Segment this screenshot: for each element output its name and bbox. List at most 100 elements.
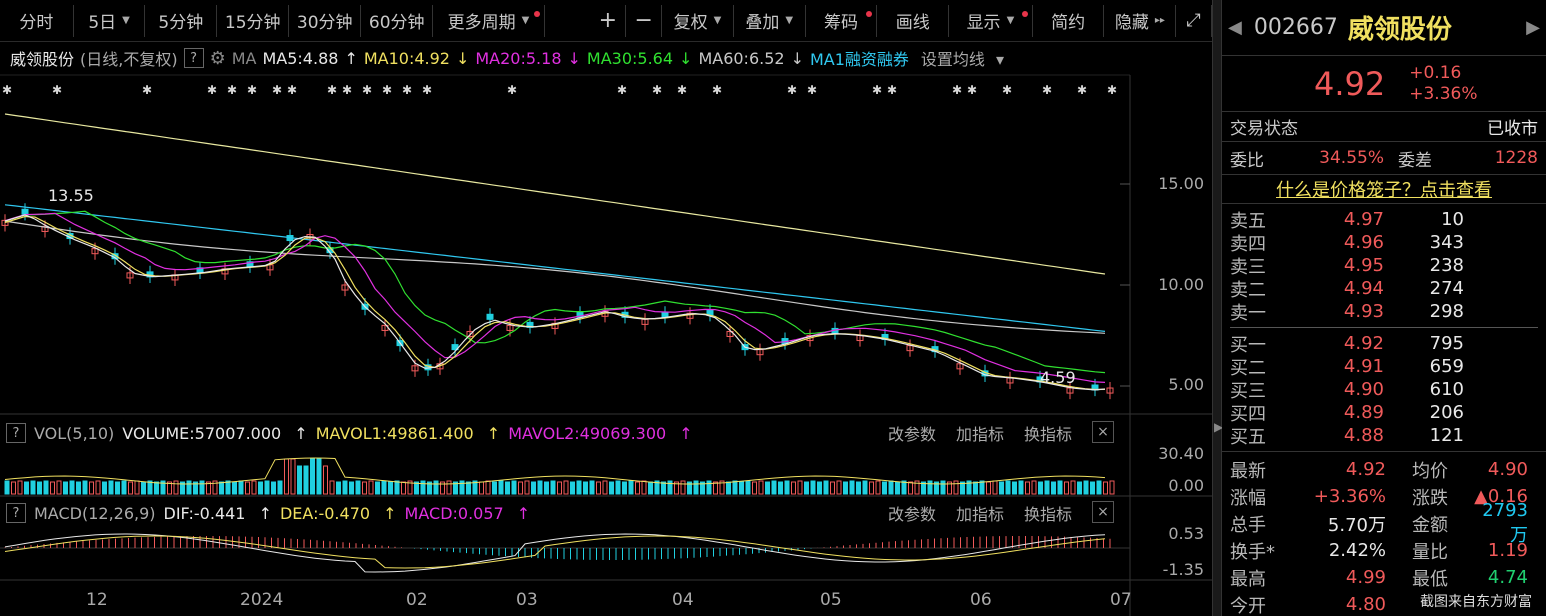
event-marker: ✱ bbox=[327, 83, 337, 97]
price-cage-link[interactable]: 什么是价格笼子？点击查看 bbox=[1222, 174, 1546, 204]
volume-bar bbox=[1018, 480, 1024, 495]
volume-bar bbox=[706, 480, 712, 495]
add-indicator-button[interactable]: 加指标 bbox=[956, 421, 1004, 445]
event-marker: ✱ bbox=[1042, 83, 1052, 97]
vol-name: VOL(5,10) bbox=[34, 423, 115, 443]
volume-bar bbox=[251, 480, 257, 495]
volume-bar bbox=[24, 481, 29, 495]
x-axis-label: 03 bbox=[516, 590, 538, 610]
volume-bar bbox=[303, 465, 309, 495]
bids-row[interactable]: 买五 4.88 121 bbox=[1230, 424, 1538, 448]
asks-row[interactable]: 卖四 4.96 343 bbox=[1230, 231, 1538, 255]
edit-params-button[interactable]: 改参数 bbox=[888, 501, 936, 525]
volume-bar bbox=[498, 480, 504, 495]
volume-bar bbox=[732, 480, 738, 495]
order-book-divider bbox=[1230, 327, 1538, 328]
volume-bar bbox=[50, 481, 55, 495]
volume-bar bbox=[342, 480, 348, 495]
close-icon[interactable]: × bbox=[1092, 501, 1114, 523]
event-marker: ✱ bbox=[652, 83, 662, 97]
volume-bar bbox=[680, 480, 686, 495]
volume-bar bbox=[349, 481, 354, 495]
volume-bar bbox=[134, 480, 140, 495]
stat-value: 4.80 bbox=[1345, 594, 1386, 615]
volume-bar bbox=[1038, 481, 1043, 495]
price-axis-label: 15.00 bbox=[1158, 174, 1204, 193]
weibi-label: 委比 bbox=[1230, 150, 1264, 171]
volume-bar bbox=[17, 480, 23, 495]
volume-bar bbox=[1090, 481, 1095, 495]
status-label: 交易状态 bbox=[1230, 119, 1298, 139]
macd-dif: DIF:-0.441 ↑ bbox=[163, 503, 272, 523]
asks-row[interactable]: 卖二 4.94 274 bbox=[1230, 277, 1538, 301]
volume-bar bbox=[979, 480, 985, 495]
prev-stock-icon[interactable]: ◀ bbox=[1228, 17, 1242, 38]
volume-bar bbox=[615, 480, 621, 495]
vol-mavol1-text: MAVOL1:49861.400 bbox=[315, 423, 474, 443]
ma20-line bbox=[4, 212, 1106, 383]
bids-volume: 206 bbox=[1429, 402, 1464, 423]
volume-bar bbox=[648, 481, 653, 495]
macd-dea: DEA:-0.470 ↑ bbox=[279, 503, 397, 523]
volume-bar bbox=[466, 481, 471, 495]
volume-bar bbox=[791, 481, 796, 495]
asks-price: 4.94 bbox=[1343, 278, 1384, 299]
edit-params-button[interactable]: 改参数 bbox=[888, 421, 936, 445]
ma30-line bbox=[4, 210, 1106, 374]
close-icon[interactable]: × bbox=[1092, 421, 1114, 443]
volume-bar bbox=[856, 481, 861, 495]
volume-bar bbox=[726, 481, 731, 495]
macd-dif-text: DIF:-0.441 bbox=[163, 503, 246, 523]
low-annotation: 4.59 bbox=[1040, 368, 1076, 387]
volume-bar bbox=[271, 481, 276, 495]
volume-bar bbox=[238, 480, 244, 495]
vol-volume-text: VOLUME:57007.000 bbox=[122, 423, 282, 443]
help-icon[interactable]: ? bbox=[6, 423, 26, 443]
asks-row[interactable]: 卖一 4.93 298 bbox=[1230, 300, 1538, 324]
help-icon[interactable]: ? bbox=[6, 503, 26, 523]
volume-bar bbox=[89, 481, 94, 495]
volume-bar bbox=[362, 481, 367, 495]
change-amount: +0.16 bbox=[1409, 62, 1462, 83]
dif-line bbox=[4, 533, 1106, 573]
event-marker: ✱ bbox=[142, 83, 152, 97]
stat-value: 4.99 bbox=[1345, 567, 1386, 588]
volume-bar bbox=[336, 481, 341, 495]
volume-bar bbox=[420, 480, 426, 495]
event-marker: ✱ bbox=[787, 83, 797, 97]
volume-bar bbox=[628, 480, 634, 495]
bids-row[interactable]: 买一 4.92 795 bbox=[1230, 332, 1538, 356]
stat-label: 量比 bbox=[1412, 541, 1448, 563]
event-marker: ✱ bbox=[362, 83, 372, 97]
stat-value: 2.42% bbox=[1328, 540, 1386, 561]
price-change: +0.16 +3.36% bbox=[1409, 63, 1477, 105]
volume-bar bbox=[830, 481, 835, 495]
bids-row[interactable]: 买三 4.90 610 bbox=[1230, 378, 1538, 402]
volume-bar bbox=[953, 480, 959, 495]
switch-indicator-button[interactable]: 换指标 bbox=[1024, 421, 1072, 445]
event-marker: ✱ bbox=[712, 83, 722, 97]
volume-bar bbox=[154, 481, 159, 495]
x-axis-label: 06 bbox=[970, 590, 992, 610]
add-indicator-button[interactable]: 加指标 bbox=[956, 501, 1004, 525]
macd-axis-label: -1.35 bbox=[1162, 560, 1204, 579]
volume-bar bbox=[518, 481, 523, 495]
volume-bar bbox=[797, 480, 803, 495]
asks-row[interactable]: 卖五 4.97 10 bbox=[1230, 208, 1538, 232]
macd-dea-text: DEA:-0.470 bbox=[279, 503, 371, 523]
stat-label: 总手 bbox=[1230, 514, 1266, 536]
volume-bar bbox=[433, 480, 439, 495]
next-stock-icon[interactable]: ▶ bbox=[1526, 17, 1540, 38]
stat-value: +3.36% bbox=[1313, 486, 1386, 507]
volume-bar bbox=[986, 481, 991, 495]
volume-bar bbox=[771, 480, 777, 495]
volume-bar bbox=[563, 480, 569, 495]
x-axis-label: 07 bbox=[1110, 590, 1132, 610]
asks-row[interactable]: 卖三 4.95 238 bbox=[1230, 254, 1538, 278]
volume-bar bbox=[843, 481, 848, 495]
bids-row[interactable]: 买二 4.91 659 bbox=[1230, 355, 1538, 379]
dea-line bbox=[4, 535, 1106, 569]
switch-indicator-button[interactable]: 换指标 bbox=[1024, 501, 1072, 525]
panel-divider[interactable]: ▶ bbox=[1212, 0, 1223, 616]
bids-row[interactable]: 买四 4.89 206 bbox=[1230, 401, 1538, 425]
